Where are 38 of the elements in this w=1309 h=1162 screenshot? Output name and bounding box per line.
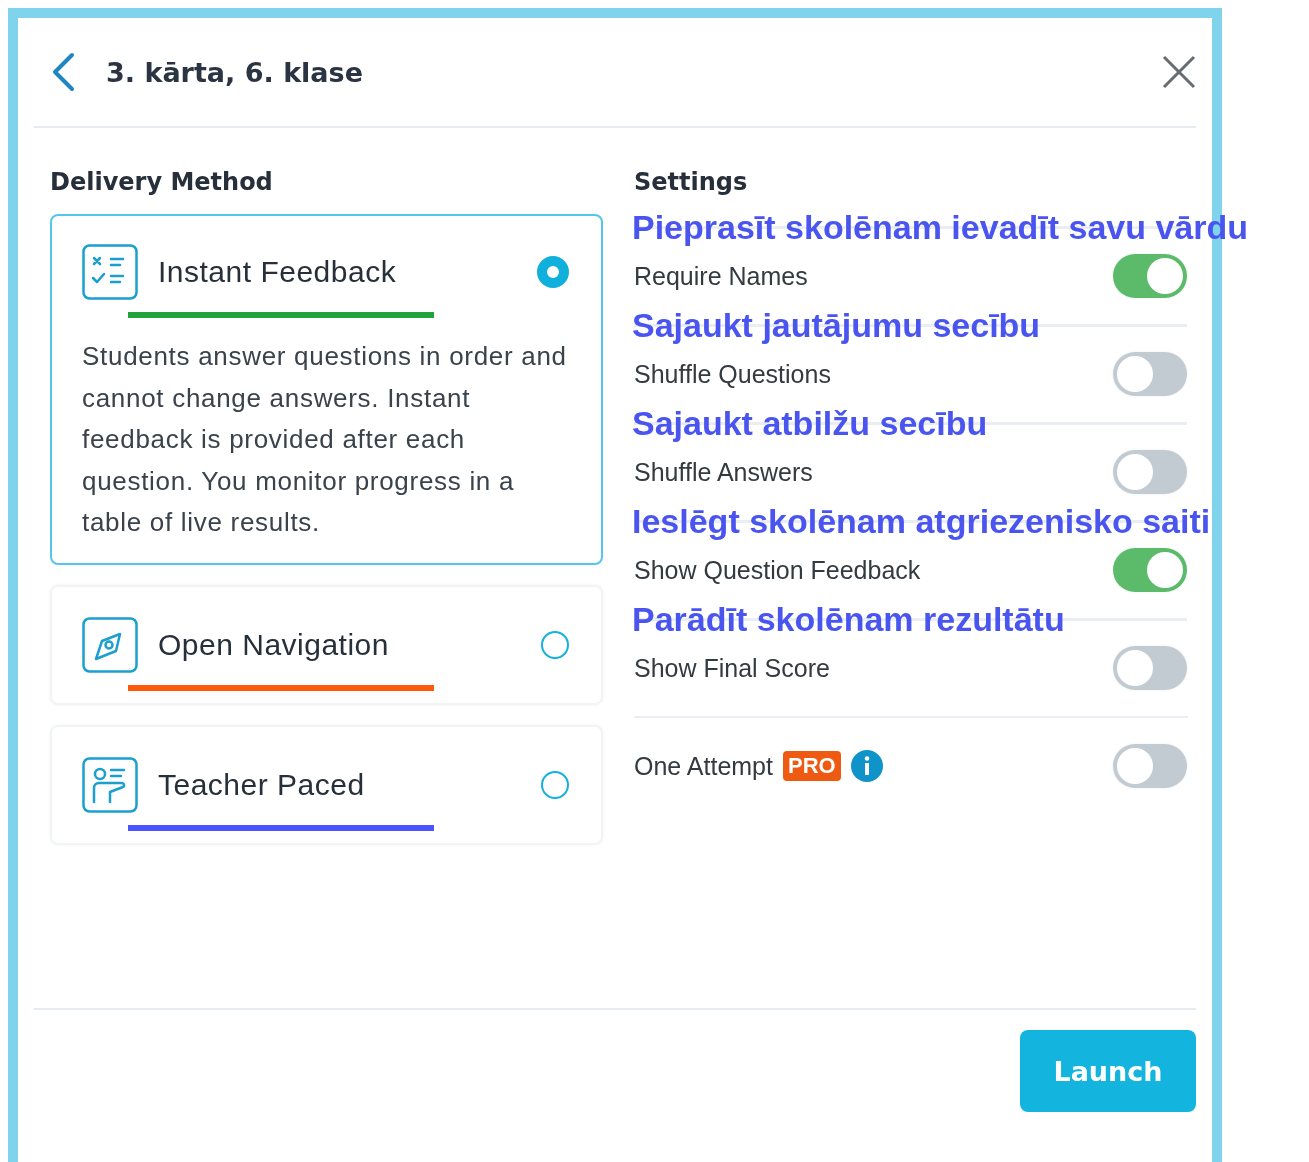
- toggle-switch[interactable]: [1113, 450, 1187, 494]
- method-title: Teacher Paced: [158, 768, 366, 802]
- setting-label: Shuffle Answers: [634, 457, 813, 487]
- method-card[interactable]: Teacher Paced: [50, 725, 603, 845]
- section-heading: Settings: [634, 168, 749, 198]
- radio-button[interactable]: [541, 771, 569, 799]
- compass-icon: [82, 617, 138, 673]
- back-icon: [50, 52, 76, 92]
- annotation-text: Ieslēgt skolēnam atgriezenisko saiti: [632, 501, 1211, 541]
- setting-label: One Attempt: [634, 751, 773, 781]
- toggle-switch[interactable]: [1113, 254, 1187, 298]
- section-heading: Delivery Method: [50, 168, 274, 198]
- method-description: Students answer questions in order and cannot change answers. Instant feedback is provided after each question. You monitor progress in a table of live results.: [82, 340, 568, 539]
- radio-button[interactable]: [537, 256, 569, 288]
- checklist-icon: [82, 244, 138, 300]
- setting-label: Show Final Score: [634, 653, 830, 683]
- annotation-text: Sajaukt atbilžu secību: [632, 403, 988, 443]
- method-title: Open Navigation: [158, 628, 390, 662]
- dialog-title: 3. kārta, 6. klase: [106, 56, 364, 88]
- method-card[interactable]: Open Navigation: [50, 585, 603, 705]
- setting-label: Shuffle Questions: [634, 359, 831, 389]
- info-icon[interactable]: [850, 750, 883, 782]
- pro-badge: PRO: [782, 751, 841, 781]
- annotation-text: Sajaukt jautājumu secību: [632, 305, 1041, 345]
- close-button[interactable]: [1162, 55, 1196, 89]
- radio-button[interactable]: [541, 631, 569, 659]
- toggle-switch[interactable]: [1113, 646, 1187, 690]
- toggle-switch[interactable]: [1113, 548, 1187, 592]
- setting-label: Show Question Feedback: [634, 555, 921, 585]
- method-card[interactable]: Instant Feedback Students answer questions in order and cannot change answers. Instant feedback is provided after each question. You monitor progress in a table of live results.: [50, 214, 603, 565]
- annotation-text: Parādīt skolēnam rezultātu: [632, 599, 1065, 639]
- method-title: Instant Feedback: [158, 255, 398, 289]
- presenter-icon: [82, 757, 138, 813]
- toggle-switch[interactable]: [1113, 744, 1187, 788]
- toggle-switch[interactable]: [1113, 352, 1187, 396]
- close-icon: [1162, 55, 1196, 89]
- back-button[interactable]: [50, 52, 76, 92]
- setting-label: Require Names: [634, 261, 808, 291]
